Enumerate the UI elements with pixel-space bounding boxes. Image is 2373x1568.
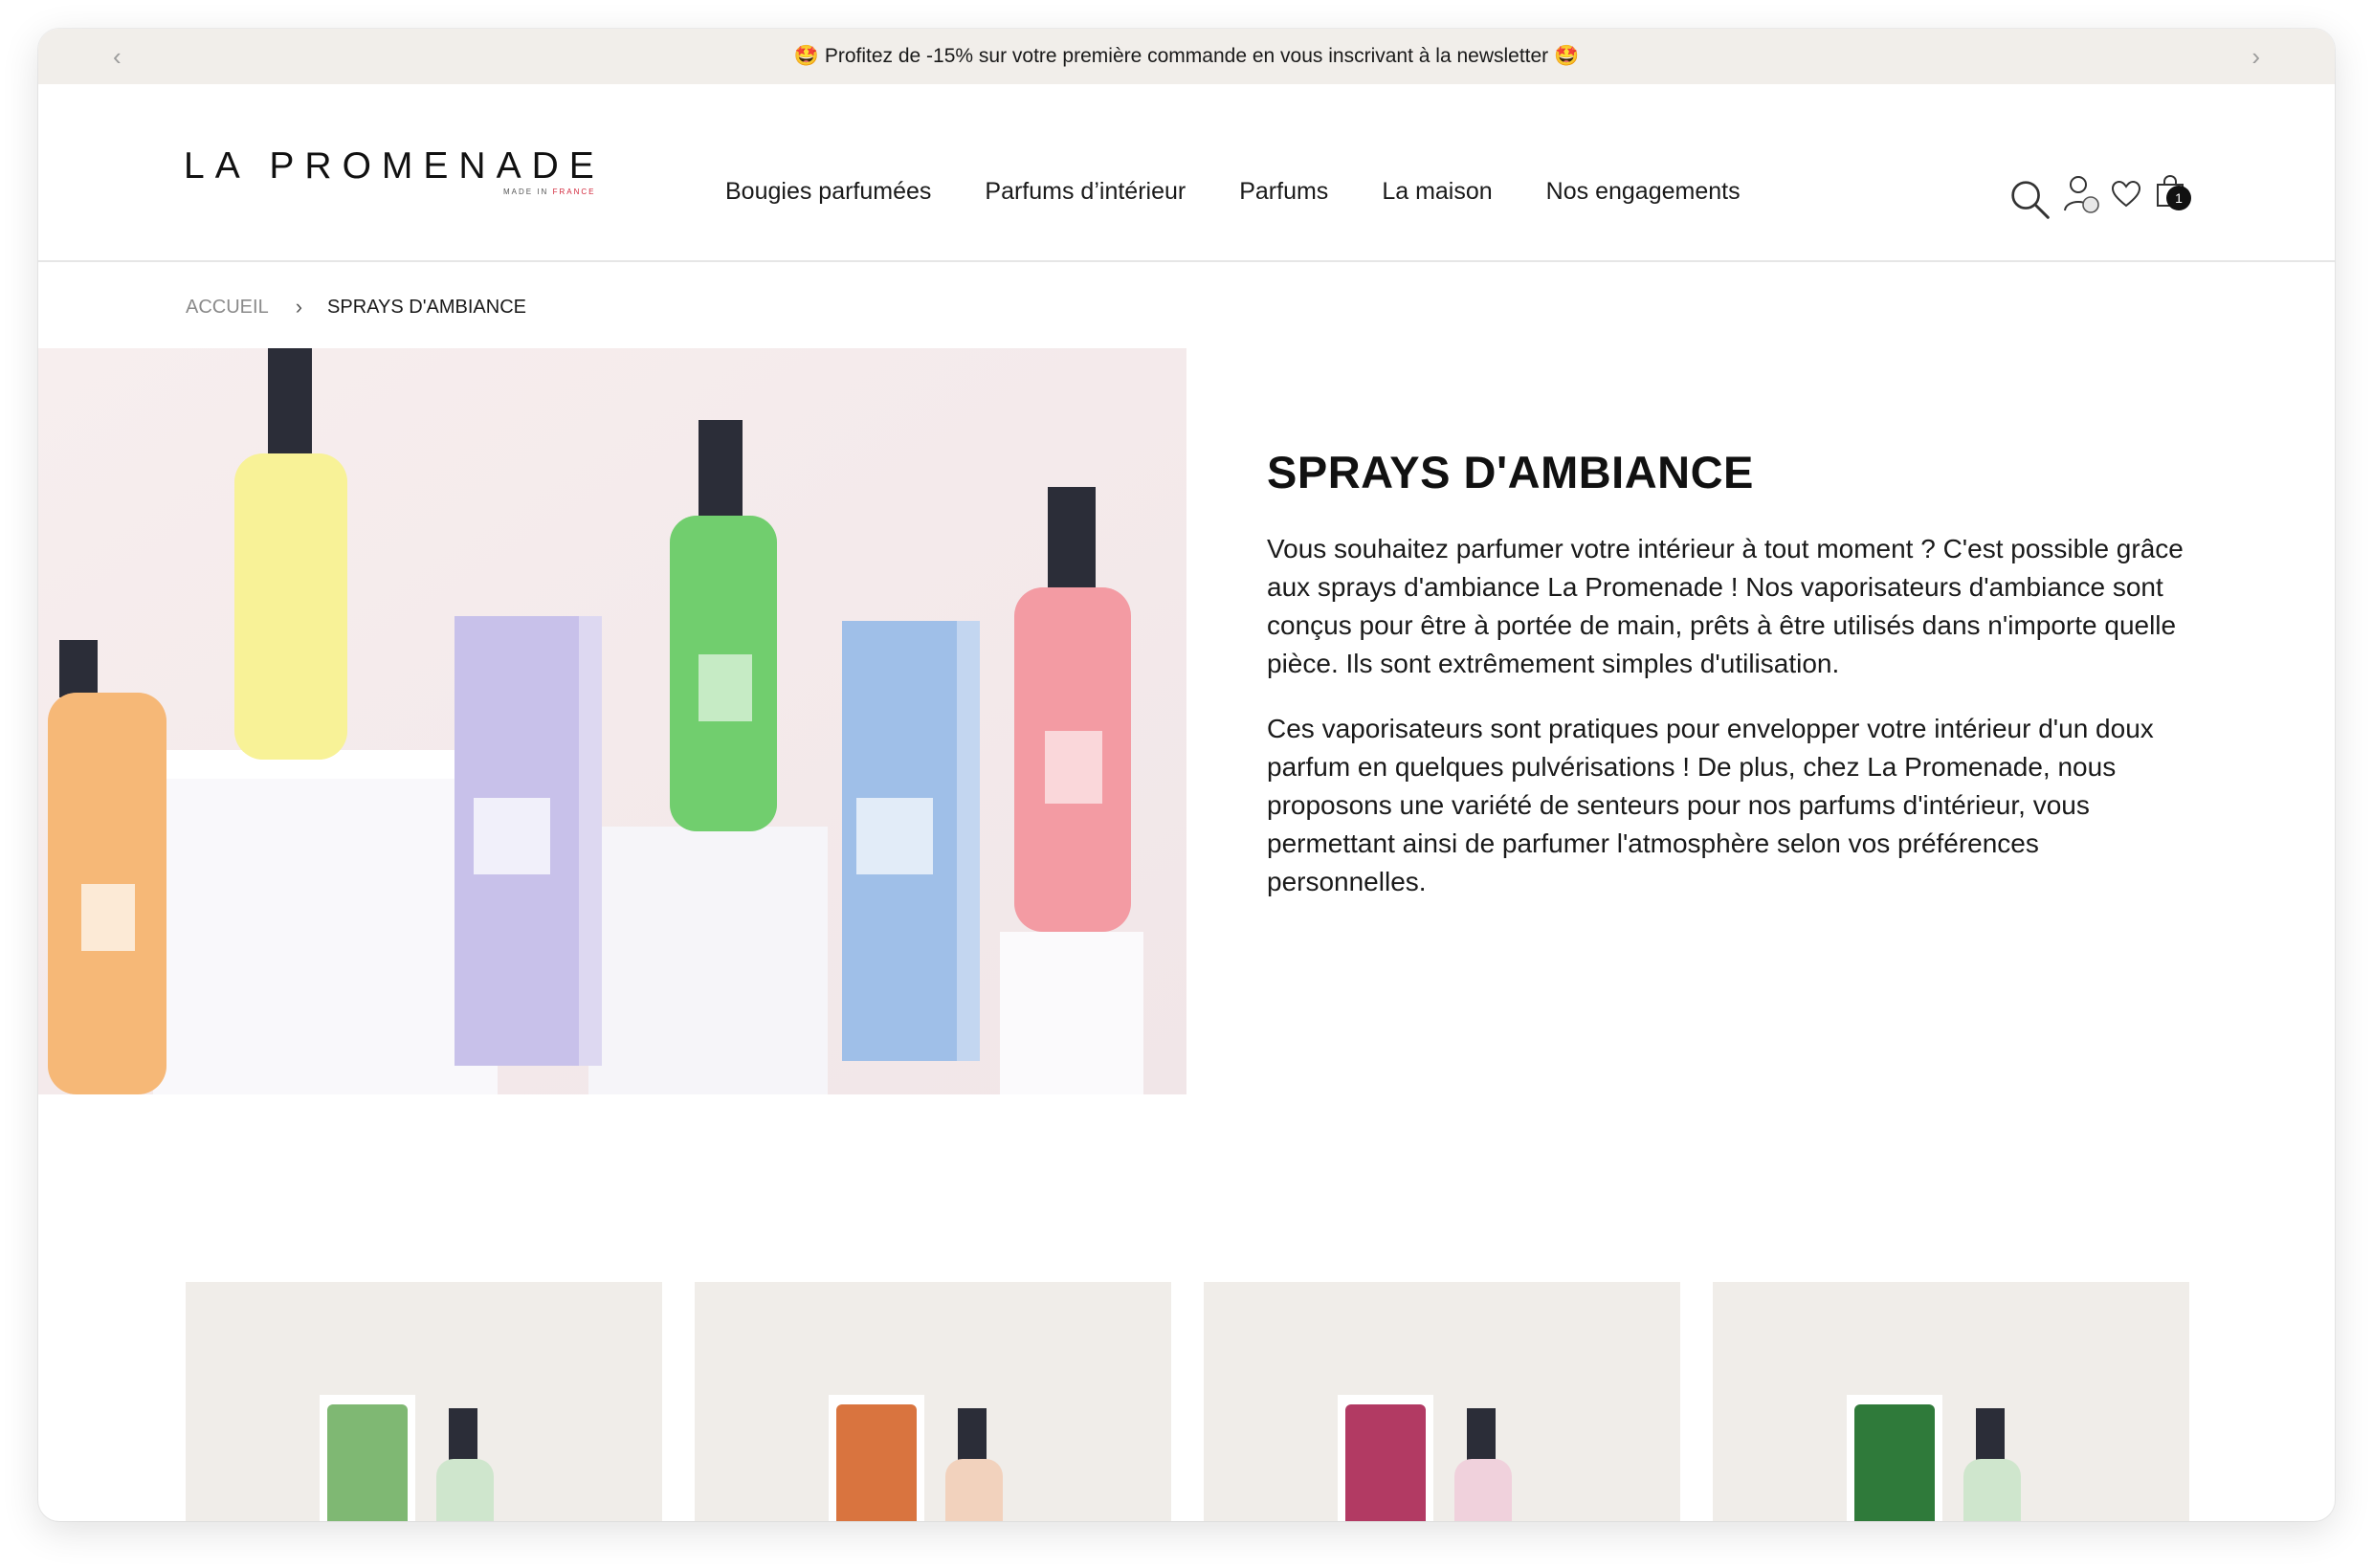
category-description: Vous souhaitez parfumer votre intérieur … <box>1267 530 2185 928</box>
product-image <box>1847 1395 2021 1521</box>
breadcrumb: ACCUEIL › SPRAYS D'AMBIANCE <box>186 295 526 320</box>
logo-tagline-made: MADE IN <box>503 188 553 196</box>
hero-product-image <box>38 348 1186 1094</box>
cart-count-badge: 1 <box>2166 186 2191 210</box>
room-spray-bottles-illustration <box>38 348 1186 1094</box>
promo-next-arrow[interactable]: › <box>2251 42 2260 71</box>
breadcrumb-separator-icon: › <box>295 295 303 319</box>
search-icon[interactable] <box>2009 176 2051 224</box>
nav-bougies-parfumees[interactable]: Bougies parfumées <box>725 176 931 207</box>
description-paragraph-1: Vous souhaitez parfumer votre intérieur … <box>1267 534 2184 678</box>
page-title: SPRAYS D'AMBIANCE <box>1267 447 1754 497</box>
breadcrumb-current: SPRAYS D'AMBIANCE <box>327 296 526 318</box>
nav-nos-engagements[interactable]: Nos engagements <box>1546 176 1741 207</box>
nav-parfums-interieur[interactable]: Parfums d’intérieur <box>985 176 1186 207</box>
description-paragraph-2: Ces vaporisateurs sont pratiques pour en… <box>1267 714 2154 896</box>
logo-tagline-france: FRANCE <box>552 188 596 196</box>
site-header: LA PROMENADE MADE IN FRANCE Bougies parf… <box>38 84 2335 262</box>
product-image <box>1338 1395 1512 1521</box>
main-nav: Bougies parfumées Parfums d’intérieur Pa… <box>725 176 1794 207</box>
account-icon[interactable] <box>2063 174 2101 214</box>
product-card[interactable] <box>695 1282 1171 1521</box>
product-image <box>829 1395 1003 1521</box>
promo-prev-arrow[interactable]: ‹ <box>113 42 122 71</box>
nav-la-maison[interactable]: La maison <box>1382 176 1492 207</box>
logo-wordmark: LA PROMENADE <box>184 145 605 187</box>
logo-tagline: MADE IN FRANCE <box>503 188 595 196</box>
promo-text[interactable]: 🤩 Profitez de -15% sur votre première co… <box>794 45 1579 68</box>
promo-bar: ‹ 🤩 Profitez de -15% sur votre première … <box>38 29 2335 84</box>
wishlist-heart-icon[interactable] <box>2111 180 2141 209</box>
nav-parfums[interactable]: Parfums <box>1239 176 1328 207</box>
product-card[interactable] <box>186 1282 662 1521</box>
product-grid <box>186 1282 2189 1521</box>
product-card[interactable] <box>1204 1282 1680 1521</box>
site-logo[interactable]: LA PROMENADE MADE IN FRANCE <box>184 145 605 197</box>
browser-window: ‹ 🤩 Profitez de -15% sur votre première … <box>38 29 2335 1521</box>
breadcrumb-home[interactable]: ACCUEIL <box>186 297 269 319</box>
product-image <box>320 1395 494 1521</box>
product-card[interactable] <box>1713 1282 2189 1521</box>
